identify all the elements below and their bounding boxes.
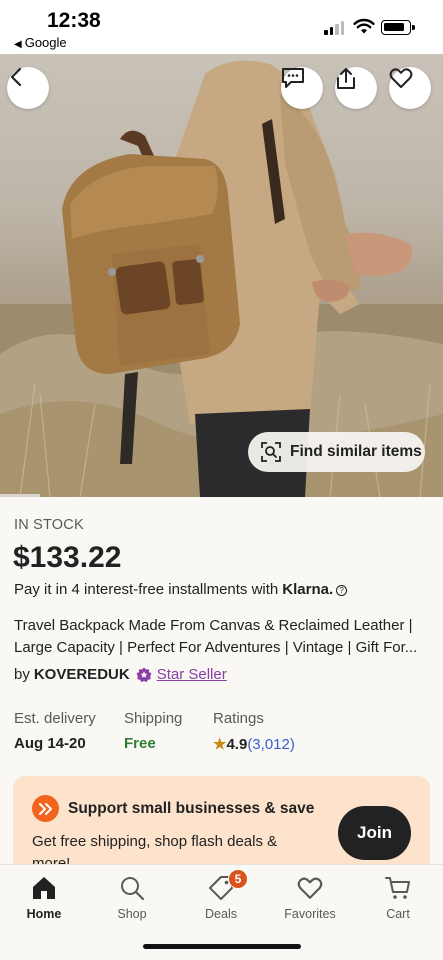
chat-icon [282, 68, 304, 88]
join-button[interactable]: Join [338, 806, 411, 860]
klarna-installments[interactable]: Pay it in 4 interest-free installments w… [14, 581, 348, 598]
delivery-value: Aug 14-20 [14, 735, 86, 752]
message-seller-button[interactable] [281, 67, 323, 109]
review-count-link[interactable]: (3,012) [247, 736, 295, 753]
deals-badge: 5 [228, 869, 248, 889]
klarna-logo: Klarna. [282, 581, 334, 598]
back-button[interactable] [7, 67, 49, 109]
installments-text: Pay it in 4 interest-free installments w… [14, 581, 279, 598]
tab-deals-label: Deals [205, 907, 237, 921]
home-icon [33, 877, 55, 899]
star-seller-link[interactable]: Star Seller [157, 666, 227, 683]
share-icon [337, 68, 355, 89]
product-page: 12:38 ◀ Google Find similar items IN STO… [0, 0, 443, 960]
cart-icon [385, 877, 410, 899]
ratings-value: ★4.9(3,012) [213, 735, 295, 753]
status-time: 12:38 [47, 9, 101, 32]
rating-number: 4.9 [226, 736, 248, 753]
ratings-info[interactable]: Ratings ★4.9(3,012) [213, 710, 295, 753]
heart-icon [297, 877, 323, 899]
cellular-signal-icon [324, 21, 346, 35]
delivery-label: Est. delivery [14, 710, 96, 727]
back-to-app-link[interactable]: ◀ Google [14, 35, 67, 50]
shipping-value: Free [124, 735, 156, 752]
product-title-line-2: Large Capacity | Perfect For Adventures … [14, 639, 418, 656]
favorite-button[interactable] [389, 67, 431, 109]
seller-line: by KOVEREDUK Star Seller [14, 666, 227, 683]
search-icon [121, 877, 145, 901]
tab-deals[interactable]: 5 Deals [181, 869, 261, 921]
info-icon[interactable]: ? [336, 585, 348, 596]
shipping-info: Shipping Free [124, 710, 182, 752]
back-triangle-icon: ◀ [14, 39, 22, 50]
product-photo-illustration [0, 60, 443, 497]
tab-shop[interactable]: Shop [92, 873, 172, 921]
tab-cart[interactable]: Cart [358, 873, 438, 921]
product-title-line-1: Travel Backpack Made From Canvas & Recla… [14, 617, 413, 634]
fast-forward-icon [32, 795, 59, 822]
tab-cart-label: Cart [386, 907, 410, 921]
promo-title: Support small businesses & save [68, 800, 315, 817]
shop-name-link[interactable]: KOVEREDUK [34, 666, 130, 683]
price: $133.22 [13, 541, 122, 574]
seller-prefix: by [14, 666, 30, 683]
shipping-label: Shipping [124, 710, 183, 727]
tab-favorites-label: Favorites [284, 907, 336, 921]
home-indicator [143, 944, 301, 949]
tab-shop-label: Shop [117, 907, 147, 921]
heart-icon [389, 68, 413, 88]
find-similar-button[interactable]: Find similar items [248, 432, 425, 472]
find-similar-label: Find similar items [290, 443, 422, 460]
battery-icon [381, 20, 415, 35]
product-image[interactable] [0, 54, 443, 497]
wifi-icon [353, 18, 375, 34]
status-bar: 12:38 ◀ Google [0, 0, 443, 54]
image-carousel-indicator [0, 494, 40, 497]
star-icon: ★ [213, 736, 227, 753]
ratings-label: Ratings [213, 710, 264, 727]
star-seller-badge-icon [136, 667, 152, 682]
visual-search-icon [261, 442, 281, 462]
tab-home-label: Home [26, 907, 62, 921]
product-title: Travel Backpack Made From Canvas & Recla… [14, 615, 432, 659]
tab-home[interactable]: Home [4, 873, 84, 921]
chevron-left-icon [10, 67, 22, 87]
back-app-label: Google [24, 35, 67, 50]
delivery-info: Est. delivery Aug 14-20 [14, 710, 96, 752]
stock-status: IN STOCK [14, 517, 84, 533]
share-button[interactable] [335, 67, 377, 109]
tab-favorites[interactable]: Favorites [270, 873, 350, 921]
